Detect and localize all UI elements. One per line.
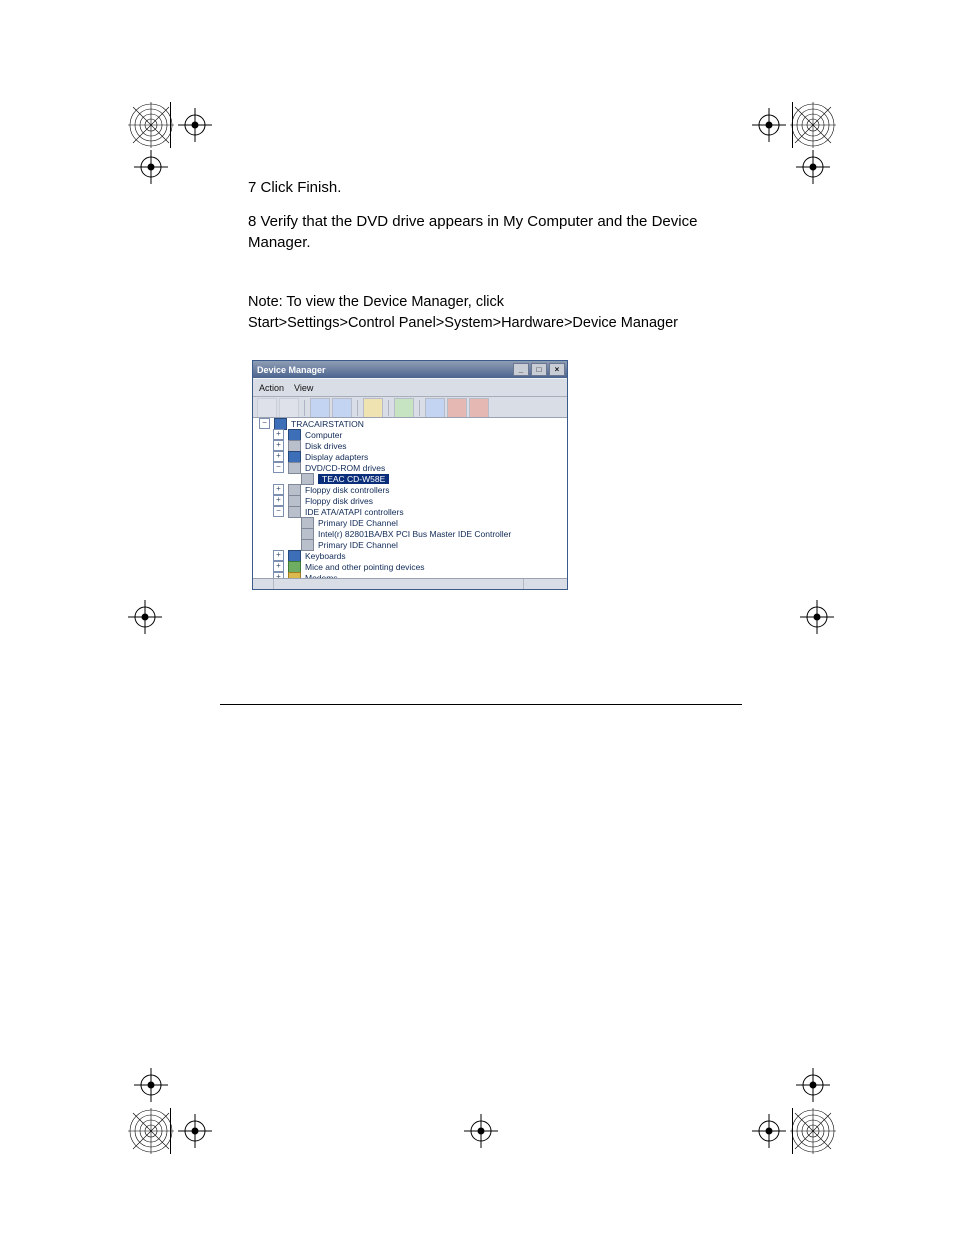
tb-disable-icon[interactable] xyxy=(447,398,467,418)
tb-view-icon[interactable] xyxy=(310,398,330,418)
note-block: Note: To view the Device Manager, click … xyxy=(248,293,738,334)
node-keyboards-label: Keyboards xyxy=(305,551,346,561)
regmark-cross-bc xyxy=(464,1114,498,1148)
regmark-cross-tl-below xyxy=(134,150,168,184)
node-root[interactable]: −TRACAIRSTATION xyxy=(253,418,567,429)
node-ide-b[interactable]: Intel(r) 82801BA/BX PCI Bus Master IDE C… xyxy=(253,528,567,539)
node-dvd-sel[interactable]: TEAC CD-W58E xyxy=(253,473,567,484)
note-line-1a: Note: To view the xyxy=(248,294,363,310)
step-7: 7 Click Finish. xyxy=(248,178,738,198)
cropmark-t1 xyxy=(170,102,171,148)
cropmark-b2 xyxy=(792,1108,793,1154)
tb-enable-icon[interactable] xyxy=(425,398,445,418)
tb-sep4 xyxy=(419,400,420,416)
device-tree: −TRACAIRSTATION +Computer +Disk drives +… xyxy=(253,417,567,579)
status-bar xyxy=(253,578,567,589)
regmark-dense-bottom-right xyxy=(790,1108,836,1154)
note-device-manager: Device Manager xyxy=(363,294,468,310)
node-ide-label: IDE ATA/ATAPI controllers xyxy=(305,507,404,517)
regmark-cross-br-above xyxy=(796,1068,830,1102)
tb-fwd-icon[interactable] xyxy=(279,398,299,418)
menu-action[interactable]: Action xyxy=(259,383,284,393)
page-divider xyxy=(220,704,742,705)
node-keyboards[interactable]: +Keyboards xyxy=(253,550,567,561)
node-computer[interactable]: +Computer xyxy=(253,429,567,440)
node-disk[interactable]: +Disk drives xyxy=(253,440,567,451)
regmark-cross-ml xyxy=(128,600,162,634)
step-8: 8 Verify that the DVD drive appears in M… xyxy=(248,212,738,253)
note-line-1c: , click xyxy=(468,294,504,310)
node-ide[interactable]: −IDE ATA/ATAPI controllers xyxy=(253,506,567,517)
regmark-cross-bl-inner xyxy=(178,1114,212,1148)
regmark-cross-mr xyxy=(800,600,834,634)
cropmark-b1 xyxy=(170,1108,171,1154)
regmark-dense-top-left xyxy=(128,102,174,148)
title-bar: Device Manager _ □ × xyxy=(253,361,567,378)
node-dvd-label: DVD/CD-ROM drives xyxy=(305,463,385,473)
device-manager-window: Device Manager _ □ × Action View −TRACAI… xyxy=(252,360,568,590)
tb-refresh-icon[interactable] xyxy=(363,398,383,418)
window-title: Device Manager xyxy=(257,365,326,375)
menu-view[interactable]: View xyxy=(294,383,313,393)
node-floppyctrl-label: Floppy disk controllers xyxy=(305,485,390,495)
tb-sep3 xyxy=(388,400,389,416)
step-7-c: . xyxy=(337,179,341,196)
note-path: Start>Settings>Control Panel>System>Hard… xyxy=(248,314,738,334)
node-ide-c-label: Primary IDE Channel xyxy=(318,540,398,550)
regmark-cross-tr-inner xyxy=(752,108,786,142)
node-display-label: Display adapters xyxy=(305,452,368,462)
node-root-label: TRACAIRSTATION xyxy=(291,419,364,429)
regmark-dense-bottom-left xyxy=(128,1108,174,1154)
statusbar-seg-a xyxy=(253,579,274,589)
node-dvd[interactable]: −DVD/CD-ROM drives xyxy=(253,462,567,473)
node-ide-a[interactable]: Primary IDE Channel xyxy=(253,517,567,528)
note-line-1: Note: To view the Device Manager, click xyxy=(248,293,738,313)
tb-sep1 xyxy=(304,400,305,416)
tb-sep2 xyxy=(357,400,358,416)
finish-ui-label: Finish xyxy=(297,179,337,196)
close-button[interactable]: × xyxy=(549,363,565,376)
maximize-button[interactable]: □ xyxy=(531,363,547,376)
node-disk-label: Disk drives xyxy=(305,441,347,451)
node-floppy[interactable]: +Floppy disk drives xyxy=(253,495,567,506)
step-8-a: 8 Verify that the DVD drive appears in xyxy=(248,213,503,230)
tb-scan-icon[interactable] xyxy=(394,398,414,418)
regmark-cross-br-inner xyxy=(752,1114,786,1148)
tb-back-icon[interactable] xyxy=(257,398,277,418)
node-mice-label: Mice and other pointing devices xyxy=(305,562,425,572)
regmark-dense-top-right xyxy=(790,102,836,148)
step-8-e: . xyxy=(306,234,310,251)
regmark-cross-tr-below xyxy=(796,150,830,184)
regmark-cross-bl-above xyxy=(134,1068,168,1102)
node-computer-label: Computer xyxy=(305,430,342,440)
node-mice[interactable]: +Mice and other pointing devices xyxy=(253,561,567,572)
node-floppyctrl[interactable]: +Floppy disk controllers xyxy=(253,484,567,495)
cropmark-t2 xyxy=(792,102,793,148)
statusbar-seg-b xyxy=(273,579,524,589)
node-display[interactable]: +Display adapters xyxy=(253,451,567,462)
step-7-a: 7 Click xyxy=(248,179,297,196)
node-floppy-label: Floppy disk drives xyxy=(305,496,373,506)
tb-uninstall-icon[interactable] xyxy=(469,398,489,418)
node-dvd-sel-label: TEAC CD-W58E xyxy=(318,474,389,484)
node-ide-c[interactable]: Primary IDE Channel xyxy=(253,539,567,550)
page-body: 7 Click Finish. 8 Verify that the DVD dr… xyxy=(248,178,738,334)
step-8-c: and the xyxy=(593,213,651,230)
tb-properties-icon[interactable] xyxy=(332,398,352,418)
window-buttons: _ □ × xyxy=(513,363,565,376)
my-computer-ui-label: My Computer xyxy=(503,213,593,230)
regmark-cross-tl-inner xyxy=(178,108,212,142)
menu-bar: Action View xyxy=(253,378,567,397)
node-ide-b-label: Intel(r) 82801BA/BX PCI Bus Master IDE C… xyxy=(318,529,511,539)
node-ide-a-label: Primary IDE Channel xyxy=(318,518,398,528)
minimize-button[interactable]: _ xyxy=(513,363,529,376)
